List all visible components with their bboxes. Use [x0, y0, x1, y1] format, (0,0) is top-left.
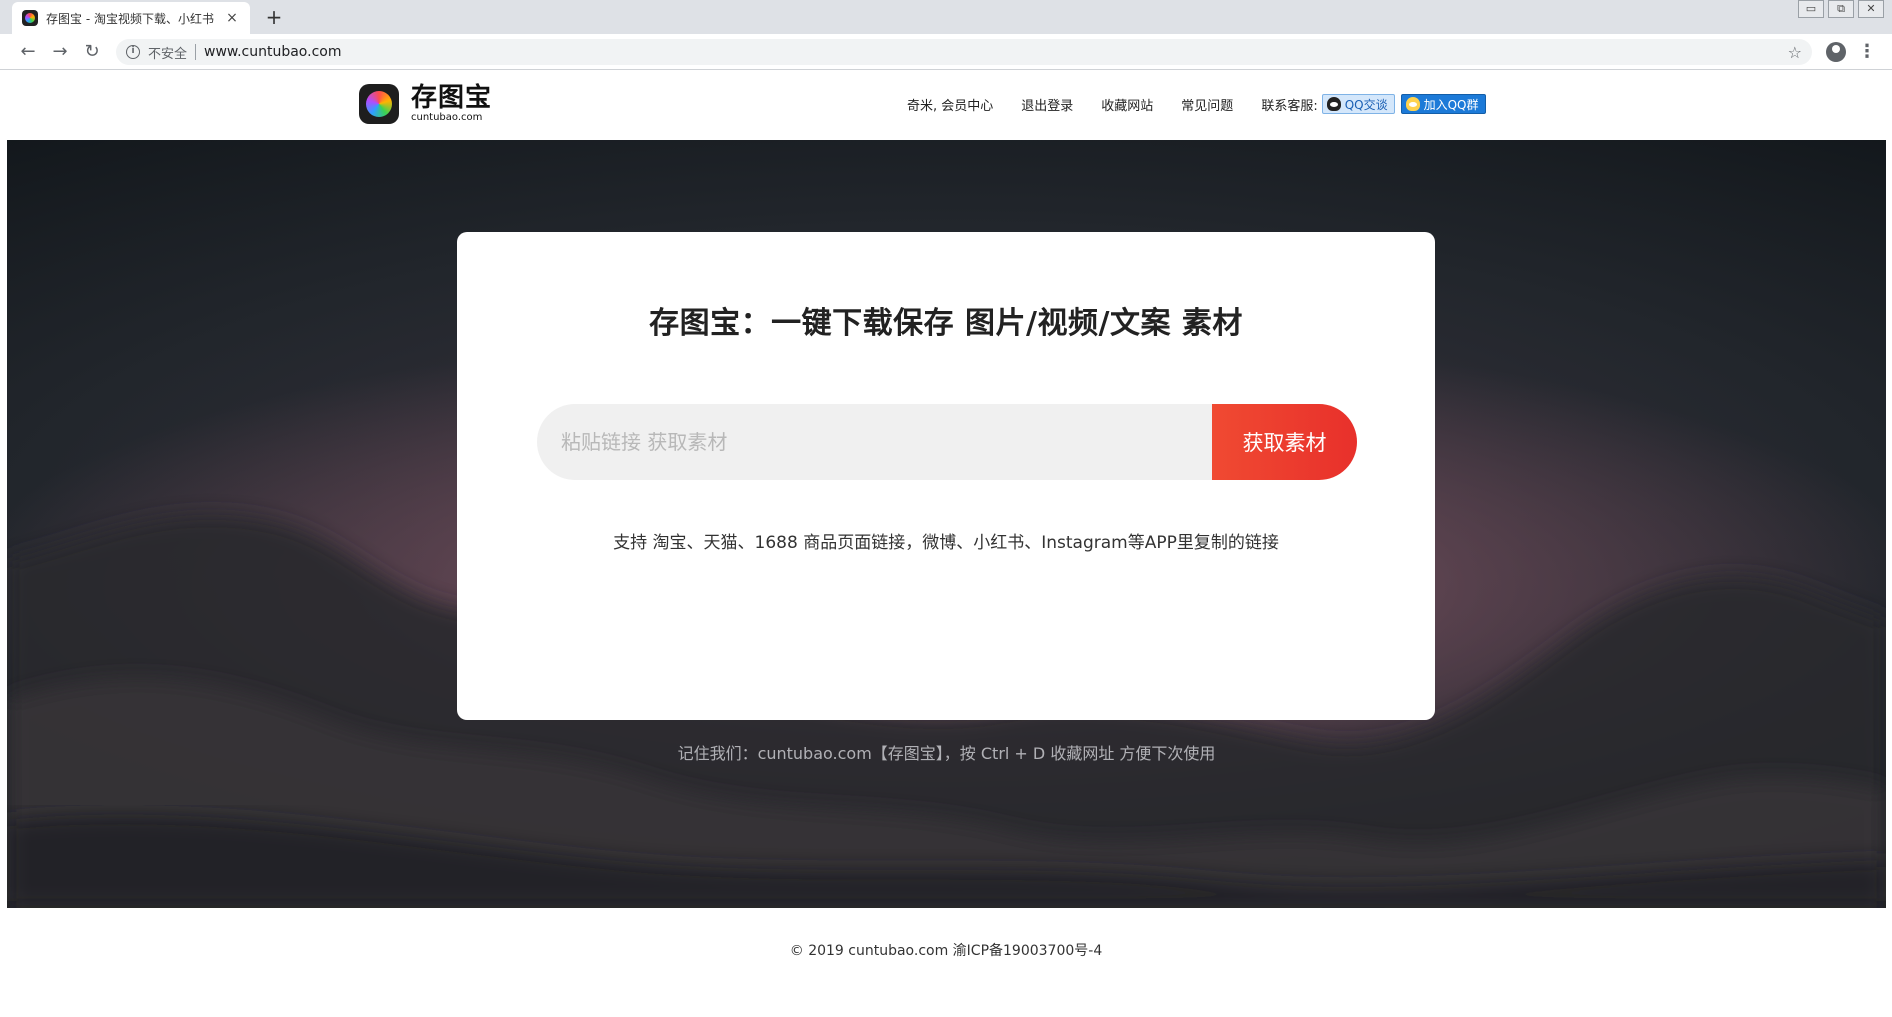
logo-name: 存图宝: [411, 83, 493, 113]
member-center-link[interactable]: 奇米, 会员中心: [907, 95, 993, 114]
qq-chat-label: QQ交谈: [1344, 97, 1388, 112]
tab-close-icon[interactable]: ×: [224, 10, 240, 26]
forward-icon[interactable]: →: [48, 40, 72, 64]
site-favicon-icon: [22, 10, 38, 26]
insecure-label: 不安全: [148, 46, 188, 62]
info-icon[interactable]: i: [126, 45, 140, 59]
contact-service-label: 联系客服:: [1261, 98, 1318, 114]
profile-icon[interactable]: [1826, 42, 1846, 62]
search-card: 存图宝：一键下载保存 图片/视频/文案 素材 获取素材 支持 淘宝、天猫、168…: [457, 232, 1435, 720]
restore-button[interactable]: ⧉: [1828, 0, 1854, 18]
back-icon[interactable]: ←: [16, 40, 40, 64]
top-navigation: 奇米, 会员中心 退出登录 收藏网站 常见问题 联系客服: QQ交谈 加入QQ群: [907, 94, 1492, 114]
qq-group-button[interactable]: 加入QQ群: [1400, 94, 1486, 114]
bookmark-site-link[interactable]: 收藏网站: [1101, 95, 1153, 114]
new-tab-button[interactable]: +: [262, 5, 286, 29]
page-title: 存图宝：一键下载保存 图片/视频/文案 素材: [649, 306, 1243, 341]
qq-chat-button[interactable]: QQ交谈: [1321, 94, 1395, 114]
get-material-button[interactable]: 获取素材: [1212, 404, 1357, 480]
qq-group-icon: [1405, 97, 1420, 111]
supported-sites-text: 支持 淘宝、天猫、1688 商品页面链接，微博、小红书、Instagram等AP…: [613, 533, 1279, 553]
link-input[interactable]: [537, 404, 1212, 480]
url-text[interactable]: www.cuntubao.com: [204, 44, 341, 60]
close-window-button[interactable]: ✕: [1858, 0, 1884, 18]
window-controls: ▭ ⧉ ✕: [1798, 0, 1884, 18]
logo-text: 存图宝 cuntubao.com: [411, 84, 492, 124]
star-icon[interactable]: ☆: [1788, 43, 1802, 62]
qq-group-label: 加入QQ群: [1423, 97, 1479, 112]
browser-tab[interactable]: 存图宝 - 淘宝视频下载、小红书 ×: [12, 2, 250, 34]
search-bar: 获取素材: [537, 404, 1357, 480]
omnibox-divider: [195, 44, 197, 60]
browser-tab-bar: 存图宝 - 淘宝视频下载、小红书 × + ▭ ⧉ ✕: [0, 0, 1892, 34]
logo-domain: cuntubao.com: [411, 112, 483, 123]
faq-link[interactable]: 常见问题: [1181, 95, 1233, 114]
logo-flower-icon: [359, 84, 399, 124]
logout-link[interactable]: 退出登录: [1021, 95, 1073, 114]
reload-icon[interactable]: ↻: [80, 40, 104, 64]
site-header: 存图宝 cuntubao.com 奇米, 会员中心 退出登录 收藏网站 常见问题…: [7, 70, 1886, 140]
address-bar[interactable]: i 不安全 www.cuntubao.com ☆: [116, 39, 1812, 65]
minimize-button[interactable]: ▭: [1798, 0, 1824, 18]
site-logo[interactable]: 存图宝 cuntubao.com: [359, 84, 492, 124]
browser-toolbar: ← → ↻ i 不安全 www.cuntubao.com ☆ ⋮: [0, 34, 1892, 70]
bookmark-tip-text: 记住我们：cuntubao.com【存图宝】，按 Ctrl + D 收藏网址 方…: [677, 744, 1216, 763]
menu-icon[interactable]: ⋮: [1858, 40, 1876, 64]
hero-section: 存图宝：一键下载保存 图片/视频/文案 素材 获取素材 支持 淘宝、天猫、168…: [7, 140, 1886, 908]
qq-penguin-icon: [1326, 97, 1341, 111]
tab-title: 存图宝 - 淘宝视频下载、小红书: [46, 11, 214, 26]
footer-copyright: © 2019 cuntubao.com 渝ICP备19003700号-4: [789, 943, 1103, 959]
